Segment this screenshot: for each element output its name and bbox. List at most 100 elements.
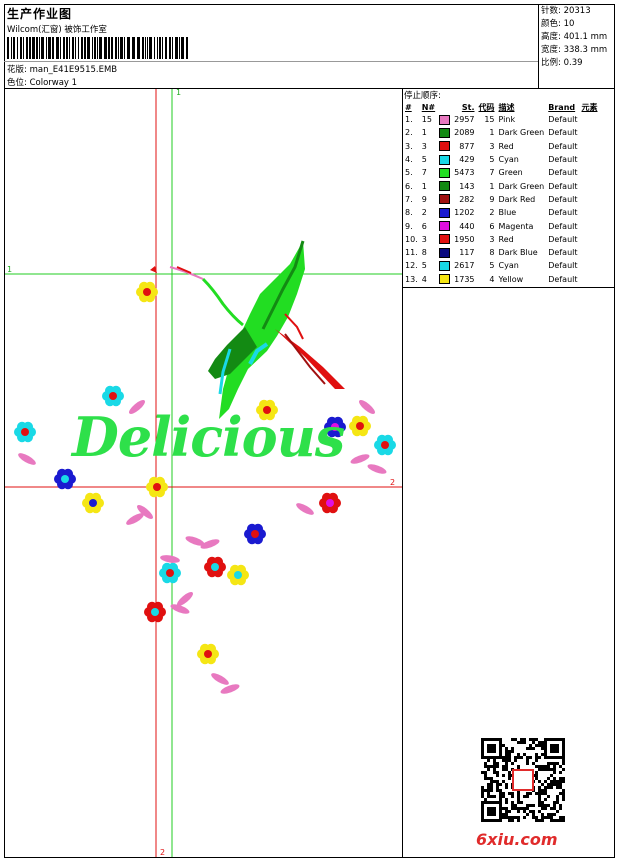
- colorway-name: Colorway 1: [29, 78, 78, 88]
- color-swatch: [437, 179, 452, 192]
- color-swatch: [437, 153, 452, 166]
- company-name: Wilcom(汇窗) 被饰工作室: [7, 25, 107, 35]
- flower: [144, 601, 166, 623]
- row-description: Yellow: [498, 274, 524, 284]
- row-index: 4.: [405, 155, 413, 165]
- design-file-label: 花版:: [7, 65, 27, 75]
- row-brand: Default: [548, 168, 578, 178]
- flower: [349, 415, 371, 437]
- row-description: Red: [498, 141, 514, 151]
- row-code: 7: [489, 168, 495, 178]
- stat-width: 宽度: 338.3 mm: [541, 45, 608, 55]
- row-index: 10.: [405, 234, 418, 244]
- table-row: 2. 1 2089 1 Dark Green Default: [403, 126, 600, 139]
- row-brand: Default: [548, 234, 578, 244]
- row-brand: Default: [548, 128, 578, 138]
- row-element: [580, 153, 600, 166]
- row-code: 3: [489, 141, 495, 151]
- flower: [136, 281, 158, 303]
- row-index: 7.: [405, 194, 413, 204]
- row-index: 11.: [405, 248, 418, 258]
- row-stitches: 2957: [454, 115, 475, 125]
- col-header-brand: Brand: [548, 102, 576, 112]
- color-swatch: [437, 140, 452, 153]
- design-canvas: 1 1 2 2: [5, 89, 402, 857]
- row-stitches: 117: [459, 248, 475, 258]
- row-element: [580, 273, 600, 286]
- col-header-needle: N#: [421, 102, 436, 112]
- color-swatch: [437, 233, 452, 246]
- table-row: 5. 7 5473 7 Green Default: [403, 166, 600, 179]
- row-needle: 1: [421, 181, 427, 191]
- leaf: [359, 400, 375, 414]
- row-index: 12.: [405, 261, 418, 271]
- row-index: 1.: [405, 115, 413, 125]
- flower: [159, 562, 181, 584]
- row-code: 9: [489, 194, 495, 204]
- colorway-label: 色位:: [7, 78, 27, 88]
- leaf: [296, 503, 314, 515]
- axis-label-v-red-bottom: 2: [160, 848, 165, 857]
- row-brand: Default: [548, 274, 578, 284]
- stats-separator: [538, 4, 539, 88]
- flower: [204, 556, 226, 578]
- row-index: 5.: [405, 168, 413, 178]
- row-brand: Default: [548, 115, 578, 125]
- qr-code: [481, 738, 565, 822]
- row-element: [580, 166, 600, 179]
- row-code: 4: [489, 274, 495, 284]
- table-row: 13. 4 1735 4 Yellow Default: [403, 273, 600, 286]
- stat-stitches: 针数: 20313: [541, 6, 591, 16]
- color-swatch: [437, 259, 452, 272]
- stop-sequence-title: 停止顺序:: [404, 91, 441, 101]
- stat-scale: 比例: 0.39: [541, 58, 583, 68]
- table-row: 12. 5 2617 5 Cyan Default: [403, 259, 600, 272]
- row-description: Red: [498, 234, 514, 244]
- row-stitches: 5473: [454, 168, 475, 178]
- table-row: 8. 2 1202 2 Blue Default: [403, 206, 600, 219]
- row-description: Dark Green: [498, 181, 545, 191]
- row-code: 8: [489, 248, 495, 258]
- row-description: Dark Red: [498, 194, 536, 204]
- row-needle: 5: [421, 155, 427, 165]
- row-stitches: 2089: [454, 128, 475, 138]
- row-needle: 9: [421, 194, 427, 204]
- row-description: Pink: [498, 115, 516, 125]
- row-description: Cyan: [498, 155, 519, 165]
- row-stitches: 429: [459, 155, 475, 165]
- color-swatch: [437, 113, 452, 126]
- table-row: 11. 8 117 8 Dark Blue Default: [403, 246, 600, 259]
- row-brand: Default: [548, 181, 578, 191]
- row-element: [580, 126, 600, 139]
- color-swatch: [437, 193, 452, 206]
- row-needle: 4: [421, 274, 427, 284]
- leaf: [160, 555, 180, 563]
- row-description: Dark Blue: [498, 248, 538, 258]
- row-brand: Default: [548, 141, 578, 151]
- row-brand: Default: [548, 221, 578, 231]
- flower-embroidery: [14, 281, 396, 665]
- row-brand: Default: [548, 248, 578, 258]
- row-code: 15: [484, 115, 495, 125]
- row-code: 5: [489, 261, 495, 271]
- row-code: 2: [489, 208, 495, 218]
- row-needle: 15: [421, 115, 432, 125]
- flower: [82, 492, 104, 514]
- row-code: 1: [489, 128, 495, 138]
- leaf: [211, 673, 229, 685]
- watermark-site: 6xiu.com: [476, 830, 558, 849]
- row-element: [580, 246, 600, 259]
- row-stitches: 2617: [454, 261, 475, 271]
- row-element: [580, 193, 600, 206]
- leaf: [350, 454, 370, 464]
- leaf: [18, 453, 36, 465]
- row-index: 9.: [405, 221, 413, 231]
- color-swatch: [437, 273, 452, 286]
- barcode: [7, 37, 188, 59]
- row-code: 6: [489, 221, 495, 231]
- flower: [319, 492, 341, 514]
- row-description: Blue: [498, 208, 517, 218]
- stop-sequence-table: # N# St. 代码 描述 Brand 元素 1. 15 2957 15 Pink De…: [403, 101, 600, 286]
- row-index: 6.: [405, 181, 413, 191]
- sequence-bottom-line: [402, 287, 615, 288]
